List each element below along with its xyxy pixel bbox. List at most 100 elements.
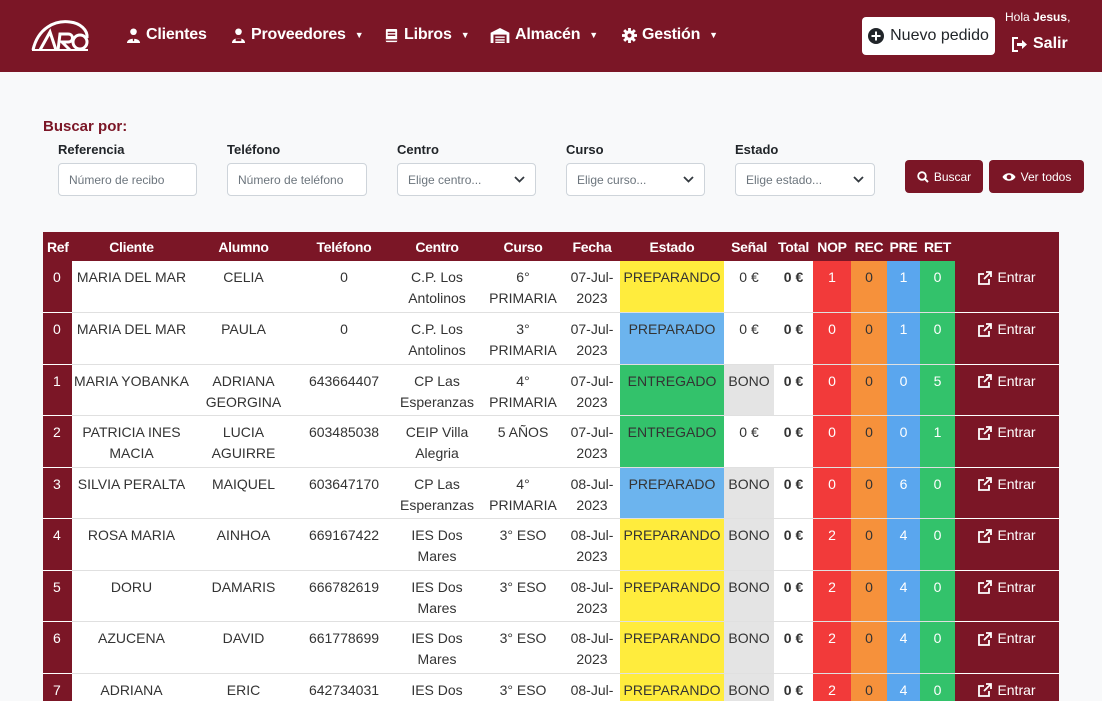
column-header: Alumno: [191, 232, 296, 261]
rec-count: 0: [851, 261, 887, 313]
enter-label: Entrar: [997, 527, 1036, 543]
enter-link[interactable]: Entrar: [978, 680, 1036, 701]
table-row: 4 ROSA MARIA AINHOA 669167422 IES Dos Mares 3…: [43, 518, 1059, 571]
ref-cell: 0: [43, 312, 72, 365]
greeting-text: Hola: [1005, 10, 1030, 24]
telefono-cell: 669167422: [296, 518, 392, 571]
nav-item-label: Clientes: [146, 26, 207, 43]
enter-link[interactable]: Entrar: [978, 525, 1036, 546]
warehouse-icon: [490, 27, 510, 43]
total-cell: 0 €: [774, 570, 813, 622]
centro-cell: C.P. Los Antolinos: [392, 312, 482, 365]
column-header: Fecha: [564, 232, 620, 261]
estado-select[interactable]: Elige estado...: [735, 163, 875, 196]
nav-item-label: Gestión: [642, 26, 701, 43]
total-cell: 0 €: [774, 261, 813, 313]
column-header: Teléfono: [296, 232, 392, 261]
curso-select[interactable]: Elige curso...: [566, 163, 705, 196]
plus-circle-icon: [868, 28, 885, 44]
curso-cell: 3° ESO: [482, 673, 564, 701]
ret-count: 0: [920, 621, 955, 674]
column-header: Estado: [620, 232, 724, 261]
enter-button[interactable]: Entrar: [955, 518, 1059, 571]
nav-item-clientes[interactable]: Clientes: [126, 24, 207, 46]
ret-count: 0: [920, 261, 955, 313]
nop-count: 0: [813, 312, 851, 365]
centro-cell: C.P. Los Antolinos: [392, 261, 482, 313]
chevron-down-icon: [514, 176, 525, 183]
enter-link[interactable]: Entrar: [978, 422, 1036, 443]
centro-cell: IES Dos Mares: [392, 621, 482, 674]
external-link-icon: [978, 580, 993, 594]
column-header: Curso: [482, 232, 564, 261]
field-label-curso: Curso: [566, 142, 604, 157]
enter-link[interactable]: Entrar: [978, 319, 1036, 340]
telefono-cell: 643664407: [296, 364, 392, 416]
centro-select[interactable]: Elige centro...: [397, 163, 536, 196]
enter-button[interactable]: Entrar: [955, 415, 1059, 468]
enter-button[interactable]: Entrar: [955, 621, 1059, 674]
column-header: RET: [920, 232, 955, 261]
telefono-cell: 0: [296, 312, 392, 365]
external-link-icon: [978, 528, 993, 543]
enter-button[interactable]: Entrar: [955, 467, 1059, 519]
ret-count: 0: [920, 312, 955, 365]
enter-link[interactable]: Entrar: [978, 267, 1036, 288]
enter-button[interactable]: Entrar: [955, 261, 1059, 313]
logout-link[interactable]: Salir: [1012, 35, 1068, 53]
curso-cell: 3° ESO: [482, 621, 564, 674]
enter-link[interactable]: Entrar: [978, 474, 1036, 495]
enter-link[interactable]: Entrar: [978, 371, 1036, 392]
nav-item-gestion[interactable]: Gestión ▼: [622, 24, 718, 46]
enter-link[interactable]: Entrar: [978, 577, 1036, 598]
nav-item-label: Almacén: [515, 26, 581, 43]
cliente-cell: PATRICIA INES MACIA: [72, 415, 191, 468]
view-all-button[interactable]: Ver todos: [989, 160, 1084, 193]
centro-cell: IES Dos Mares: [392, 518, 482, 571]
enter-label: Entrar: [997, 475, 1036, 492]
alumno-cell: MAIQUEL: [191, 467, 296, 519]
reference-input[interactable]: Número de recibo: [58, 163, 197, 196]
senal-cell: BONO: [724, 364, 774, 416]
senal-cell: BONO: [724, 621, 774, 674]
telefono-cell: 666782619: [296, 570, 392, 622]
rec-count: 0: [851, 518, 887, 571]
column-header: REC: [851, 232, 887, 261]
centro-selected: Elige centro...: [408, 172, 482, 187]
enter-label: Entrar: [997, 424, 1036, 440]
brand-logo[interactable]: [30, 18, 90, 52]
field-label-estado: Estado: [735, 142, 779, 157]
fecha-cell: 07-Jul-2023: [564, 415, 620, 468]
nav-item-almacen[interactable]: Almacén ▼: [490, 24, 598, 46]
nav-item-libros[interactable]: Libros ▼: [384, 24, 470, 46]
curso-cell: 3° PRIMARIA: [482, 312, 564, 365]
total-cell: 0 €: [774, 673, 813, 701]
enter-button[interactable]: Entrar: [955, 673, 1059, 701]
nav-item-proveedores[interactable]: Proveedores ▼: [231, 24, 364, 46]
pre-count: 4: [887, 570, 920, 622]
ref-cell: 7: [43, 673, 72, 701]
search-button[interactable]: Buscar: [905, 160, 983, 193]
enter-button[interactable]: Entrar: [955, 312, 1059, 365]
phone-input[interactable]: Número de teléfono: [227, 163, 367, 196]
fecha-cell: 08-Jul-2023: [564, 621, 620, 674]
senal-cell: 0 €: [724, 312, 774, 365]
senal-cell: BONO: [724, 518, 774, 571]
table-row: 0 MARIA DEL MAR PAULA 0 C.P. Los Antolinos 3°…: [43, 312, 1059, 365]
enter-button[interactable]: Entrar: [955, 364, 1059, 416]
external-link-icon: [978, 374, 993, 388]
enter-link[interactable]: Entrar: [978, 628, 1036, 649]
enter-label: Entrar: [997, 321, 1036, 337]
column-header: Cliente: [72, 232, 191, 261]
fecha-cell: 08-Jul-2023: [564, 467, 620, 519]
external-link-icon: [978, 631, 993, 646]
enter-button[interactable]: Entrar: [955, 570, 1059, 622]
column-header: Ref: [43, 232, 72, 261]
centro-cell: CEIP Villa Alegria: [392, 415, 482, 468]
new-order-button[interactable]: Nuevo pedido: [862, 17, 995, 55]
ret-count: 1: [920, 415, 955, 468]
field-label-centro: Centro: [397, 142, 439, 157]
caret-down-icon: ▼: [354, 30, 364, 40]
ret-count: 0: [920, 467, 955, 519]
nop-count: 0: [813, 467, 851, 519]
